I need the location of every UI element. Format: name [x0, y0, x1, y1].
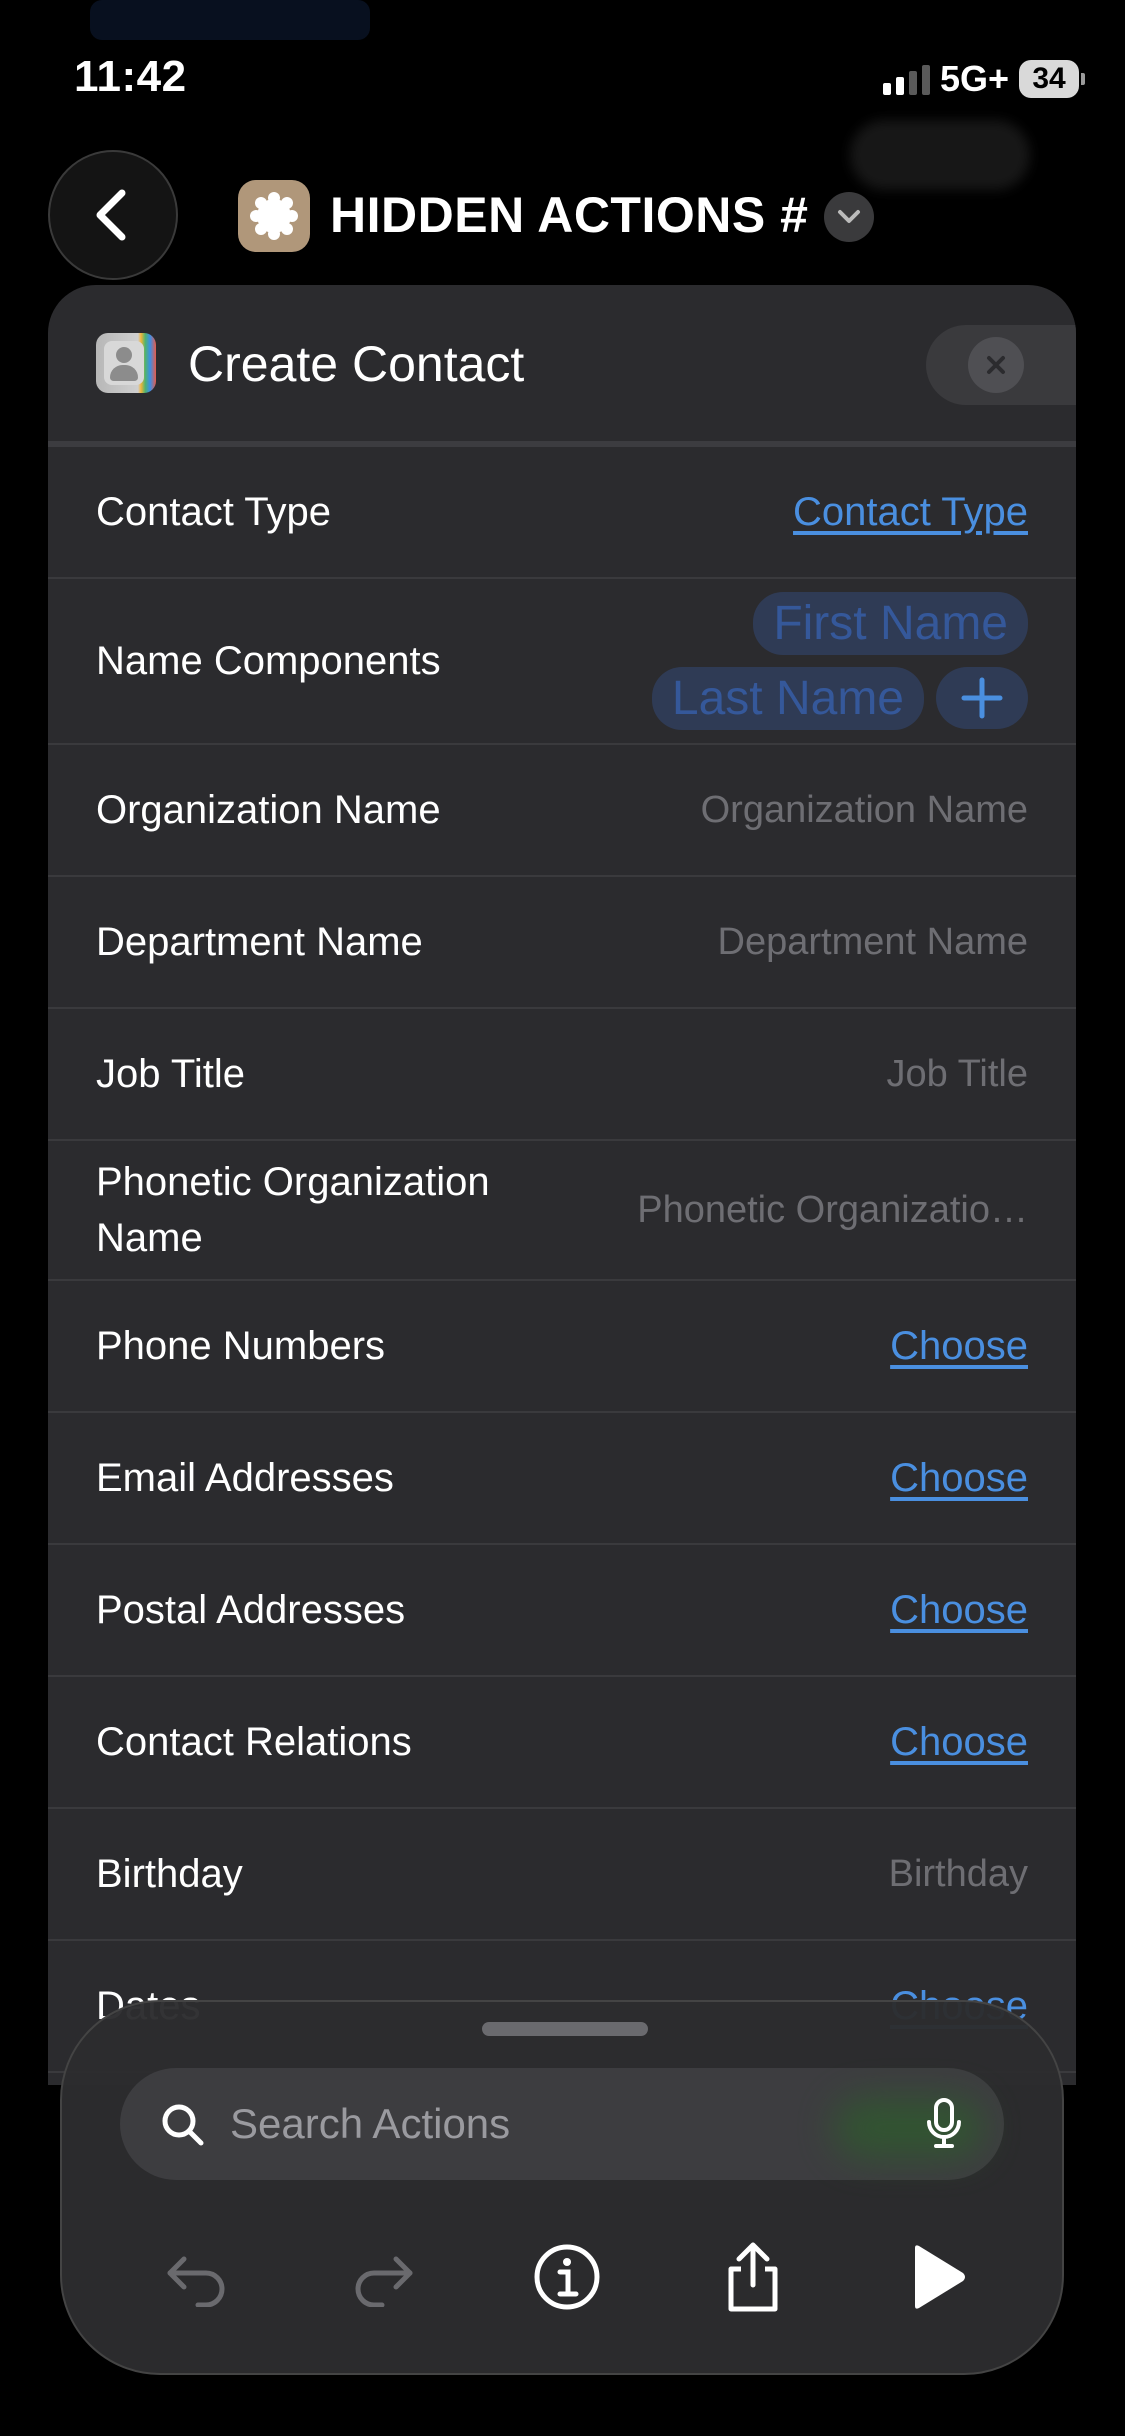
status-indicators: 5G+ 34 [882, 58, 1085, 100]
editor-toolbar [62, 2212, 1062, 2332]
organization-name-field[interactable]: Organization Name [701, 789, 1028, 832]
battery-icon: 34 [1019, 60, 1085, 98]
close-button-area[interactable] [926, 325, 1076, 405]
row-department-name: Department Name Department Name [48, 877, 1076, 1009]
row-email-addresses: Email Addresses Choose [48, 1413, 1076, 1545]
actions-bottom-sheet: Search Actions [60, 2000, 1064, 2375]
contact-relations-choose[interactable]: Choose [890, 1720, 1028, 1765]
row-job-title: Job Title Job Title [48, 1009, 1076, 1141]
row-phonetic-organization-name: Phonetic Organization Name Phonetic Orga… [48, 1141, 1076, 1281]
action-title: Create Contact [188, 336, 525, 392]
status-time: 11:42 [74, 52, 187, 101]
row-label: Job Title [96, 1051, 245, 1096]
name-tokens: First Name Last Name [588, 592, 1028, 730]
row-label: Name Components [96, 638, 441, 683]
row-organization-name: Organization Name Organization Name [48, 745, 1076, 877]
row-label: Contact Relations [96, 1719, 412, 1764]
sheet-grabber[interactable] [482, 2022, 648, 2036]
row-contact-type: Contact Type Contact Type [48, 447, 1076, 579]
undo-button[interactable] [152, 2232, 242, 2322]
birthday-field[interactable]: Birthday [889, 1853, 1028, 1896]
chevron-down-icon[interactable] [824, 192, 874, 242]
search-icon [162, 2104, 204, 2146]
redo-button[interactable] [338, 2232, 428, 2322]
row-label: Department Name [96, 919, 423, 964]
battery-level: 34 [1019, 60, 1079, 98]
undo-icon [167, 2256, 225, 2307]
shortcut-title[interactable]: HIDDEN ACTIONS # [330, 186, 808, 244]
background-faded-item [90, 0, 370, 40]
row-label: Contact Type [96, 489, 331, 534]
row-label: Postal Addresses [96, 1587, 406, 1632]
shortcut-gear-icon[interactable] [238, 180, 310, 252]
info-button[interactable] [522, 2232, 612, 2322]
run-button[interactable] [892, 2232, 982, 2322]
row-label: Birthday [96, 1851, 243, 1896]
row-birthday: Birthday Birthday [48, 1809, 1076, 1941]
postal-addresses-choose[interactable]: Choose [890, 1588, 1028, 1633]
card-header: Create Contact [48, 285, 1076, 447]
network-type: 5G+ [939, 58, 1009, 99]
token-first-name[interactable]: First Name [753, 592, 1028, 655]
email-addresses-choose[interactable]: Choose [890, 1456, 1028, 1501]
row-label: Organization Name [96, 787, 441, 832]
redo-icon [355, 2256, 413, 2307]
close-button[interactable] [968, 337, 1024, 393]
phone-numbers-choose[interactable]: Choose [890, 1324, 1028, 1369]
share-button[interactable] [708, 2232, 798, 2322]
back-button[interactable] [48, 150, 178, 280]
department-name-field[interactable]: Department Name [718, 921, 1028, 964]
phonetic-organization-field[interactable]: Phonetic Organizatio… [637, 1189, 1028, 1232]
play-icon [915, 2245, 965, 2309]
row-label: Phonetic Organization Name [96, 1160, 490, 1260]
create-contact-action-card: Create Contact Contact Type Contact Type… [48, 285, 1076, 2085]
close-icon [987, 356, 1005, 374]
job-title-field[interactable]: Job Title [886, 1053, 1028, 1096]
row-phone-numbers: Phone Numbers Choose [48, 1281, 1076, 1413]
contact-type-link[interactable]: Contact Type [793, 490, 1028, 535]
token-last-name[interactable]: Last Name [651, 667, 924, 730]
back-chevron-icon [96, 189, 126, 241]
add-component-button[interactable] [936, 667, 1028, 729]
background-faded-toggle [850, 120, 1030, 190]
row-postal-addresses: Postal Addresses Choose [48, 1545, 1076, 1677]
info-icon [534, 2244, 600, 2310]
row-label: Email Addresses [96, 1455, 394, 1500]
row-name-components: Name Components First Name Last Name [48, 579, 1076, 745]
search-actions-field[interactable]: Search Actions [120, 2068, 1004, 2180]
search-placeholder: Search Actions [230, 2100, 511, 2147]
row-contact-relations: Contact Relations Choose [48, 1677, 1076, 1809]
microphone-icon [927, 2098, 961, 2148]
cellular-signal-icon [882, 63, 930, 95]
share-icon [728, 2242, 778, 2312]
contacts-app-icon [96, 333, 156, 393]
row-label: Phone Numbers [96, 1323, 386, 1368]
plus-icon [961, 677, 1003, 719]
